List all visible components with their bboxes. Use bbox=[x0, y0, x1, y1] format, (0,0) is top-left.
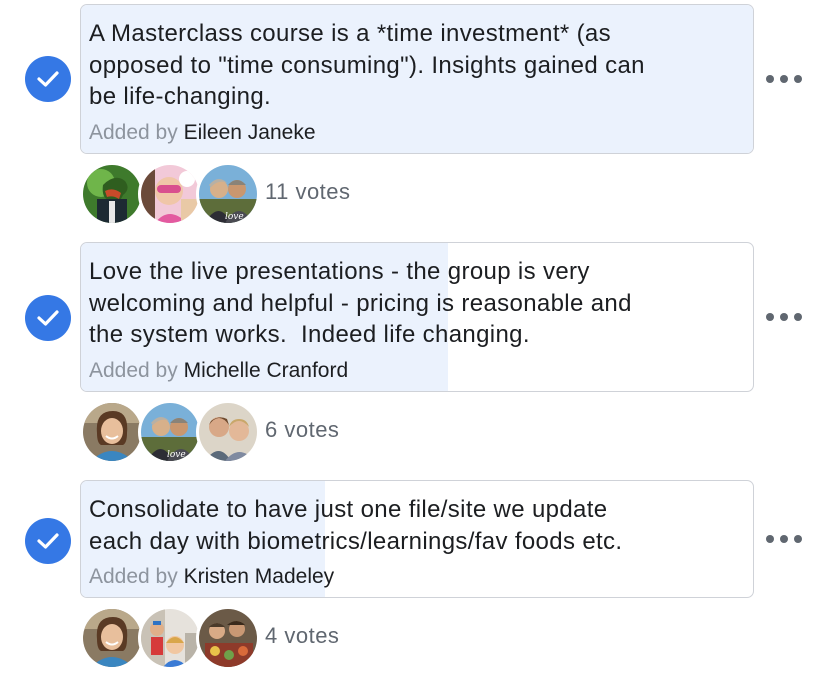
more-horizontal-icon bbox=[766, 313, 774, 321]
option-text: A Masterclass course is a *time investme… bbox=[89, 20, 645, 110]
added-by: Added by Kristen Madeley bbox=[89, 564, 753, 590]
option-card[interactable]: Love the live presentations - the group … bbox=[80, 242, 754, 392]
added-by-label: Added by bbox=[89, 120, 178, 144]
author-name[interactable]: Kristen Madeley bbox=[184, 565, 335, 588]
more-horizontal-icon bbox=[766, 535, 774, 543]
option-text: Love the live presentations - the group … bbox=[89, 258, 632, 348]
voter-avatars: 4 votes bbox=[80, 606, 400, 670]
more-dot bbox=[794, 313, 802, 321]
vote-count[interactable]: 4 votes bbox=[265, 623, 339, 649]
vote-checkbox[interactable] bbox=[25, 518, 71, 564]
added-by-label: Added by bbox=[89, 358, 178, 382]
vote-checkbox[interactable] bbox=[25, 295, 71, 341]
vote-checkbox[interactable] bbox=[25, 56, 71, 102]
more-options-button[interactable] bbox=[766, 307, 802, 327]
option-text: Consolidate to have just one file/site w… bbox=[89, 496, 623, 555]
voter-avatars: love 11 votes bbox=[80, 162, 400, 226]
author-name[interactable]: Eileen Janeke bbox=[184, 121, 316, 144]
avatar[interactable] bbox=[80, 162, 144, 226]
vote-count[interactable]: 11 votes bbox=[265, 179, 351, 205]
added-by-label: Added by bbox=[89, 565, 178, 588]
more-dot bbox=[794, 535, 802, 543]
more-dot bbox=[780, 75, 788, 83]
more-dot bbox=[780, 535, 788, 543]
check-icon bbox=[37, 310, 59, 326]
avatar[interactable] bbox=[138, 162, 202, 226]
avatar[interactable] bbox=[80, 400, 144, 464]
avatar[interactable] bbox=[138, 606, 202, 670]
avatar-love-text: love bbox=[225, 212, 244, 222]
check-icon bbox=[37, 71, 59, 87]
more-dot bbox=[794, 75, 802, 83]
avatar[interactable] bbox=[196, 606, 260, 670]
more-dot bbox=[780, 313, 788, 321]
avatar[interactable]: love bbox=[138, 400, 202, 464]
check-icon bbox=[37, 533, 59, 549]
vote-count[interactable]: 6 votes bbox=[265, 417, 339, 443]
added-by: Added by Michelle Cranford bbox=[89, 358, 753, 384]
more-options-button[interactable] bbox=[766, 69, 802, 89]
avatar[interactable] bbox=[196, 400, 260, 464]
option-card[interactable]: Consolidate to have just one file/site w… bbox=[80, 480, 754, 598]
more-options-button[interactable] bbox=[766, 529, 802, 549]
avatar-love-text: love bbox=[167, 450, 186, 460]
author-name[interactable]: Michelle Cranford bbox=[184, 359, 349, 382]
option-card[interactable]: A Masterclass course is a *time investme… bbox=[80, 4, 754, 154]
avatar[interactable]: love bbox=[196, 162, 260, 226]
more-horizontal-icon bbox=[766, 75, 774, 83]
voter-avatars: love 6 votes bbox=[80, 400, 400, 464]
added-by: Added by Eileen Janeke bbox=[89, 120, 753, 146]
avatar[interactable] bbox=[80, 606, 144, 670]
